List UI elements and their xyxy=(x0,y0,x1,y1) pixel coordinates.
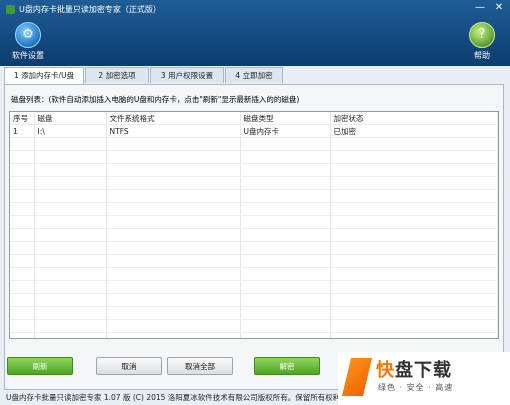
empty-row xyxy=(10,293,498,307)
empty-row xyxy=(10,332,498,338)
minimize-button[interactable]: — xyxy=(472,2,488,15)
cancel-button[interactable]: 取消 xyxy=(96,357,162,375)
window-title: U盘内存卡批量只读加密专家（正式版） xyxy=(19,5,161,14)
cancel-all-button[interactable]: 取消全部 xyxy=(167,357,233,375)
empty-row xyxy=(10,319,498,333)
watermark-brand: 快盘下载 xyxy=(376,356,452,382)
watermark-mark-icon xyxy=(342,358,372,396)
column-header-encrypt-status[interactable]: 加密状态 xyxy=(330,112,498,125)
settings-button[interactable]: ⚙ 软件设置 xyxy=(8,22,48,61)
column-header-filesystem[interactable]: 文件系统格式 xyxy=(106,112,241,125)
empty-row xyxy=(10,215,498,229)
column-header-disk-type[interactable]: 磁盘类型 xyxy=(240,112,331,125)
cell-encrypt-status: 已加密 xyxy=(330,124,498,138)
watermark-brand-rest: 盘下载 xyxy=(395,360,452,381)
watermark-brand-accent: 快 xyxy=(376,360,395,381)
tab-panel: 磁盘列表：(软件自动添加插入电脑的U盘和内存卡，点击"刷新"显示最新插入的的磁盘… xyxy=(4,84,504,390)
empty-row xyxy=(10,176,498,190)
help-button[interactable]: ? 帮助 xyxy=(462,22,502,61)
cell-index: 1 xyxy=(10,124,35,138)
tab-add-card[interactable]: 1 添加内存卡/U盘 xyxy=(4,67,84,85)
status-text: U盘内存卡批量只读加密专家 1.07 版 (C) 2015 洛阳夏冰软件技术有限… xyxy=(6,393,348,402)
disk-list-caption: 磁盘列表：(软件自动添加插入电脑的U盘和内存卡，点击"刷新"显示最新插入的的磁盘… xyxy=(11,95,300,104)
app-icon xyxy=(6,5,15,14)
cell-disk: I:\ xyxy=(34,124,107,138)
empty-row xyxy=(10,202,498,216)
empty-row xyxy=(10,280,498,294)
column-header-disk[interactable]: 磁盘 xyxy=(34,112,107,125)
settings-label: 软件设置 xyxy=(12,51,44,60)
tab-encrypt-now[interactable]: 4 立即加密 xyxy=(225,67,283,83)
empty-row xyxy=(10,241,498,255)
watermark-logo: 快盘下载 绿色 · 安全 · 高速 xyxy=(338,352,510,405)
table-header-row: 序号 磁盘 文件系统格式 磁盘类型 加密状态 xyxy=(10,112,498,125)
empty-row xyxy=(10,189,498,203)
empty-row xyxy=(10,254,498,268)
empty-row xyxy=(10,228,498,242)
empty-row xyxy=(10,150,498,164)
empty-row xyxy=(10,267,498,281)
table-row[interactable]: 1 I:\ NTFS U盘内存卡 已加密 xyxy=(10,124,498,138)
cell-disk-type: U盘内存卡 xyxy=(240,124,331,138)
gear-icon: ⚙ xyxy=(15,22,41,48)
watermark-slogan: 绿色 · 安全 · 高速 xyxy=(378,383,454,392)
empty-row xyxy=(10,163,498,177)
empty-row xyxy=(10,137,498,151)
help-label: 帮助 xyxy=(474,51,490,60)
title-bar: U盘内存卡批量只读加密专家（正式版） — ✕ ⚙ 软件设置 ? 帮助 xyxy=(0,0,510,66)
tab-user-permissions[interactable]: 3 用户权限设置 xyxy=(150,67,224,83)
disk-table[interactable]: 序号 磁盘 文件系统格式 磁盘类型 加密状态 1 I:\ NTFS U盘内存卡 … xyxy=(9,111,499,339)
help-question-icon: ? xyxy=(469,22,495,48)
decrypt-button[interactable]: 解密 xyxy=(254,357,320,375)
refresh-button[interactable]: 刷新 xyxy=(7,357,73,375)
column-header-index[interactable]: 序号 xyxy=(10,112,35,125)
close-button[interactable]: ✕ xyxy=(491,2,507,15)
empty-row xyxy=(10,306,498,320)
cell-filesystem: NTFS xyxy=(106,124,241,138)
window-title-area: U盘内存卡批量只读加密专家（正式版） xyxy=(6,4,161,15)
tab-encrypt-options[interactable]: 2 加密选项 xyxy=(85,67,149,83)
